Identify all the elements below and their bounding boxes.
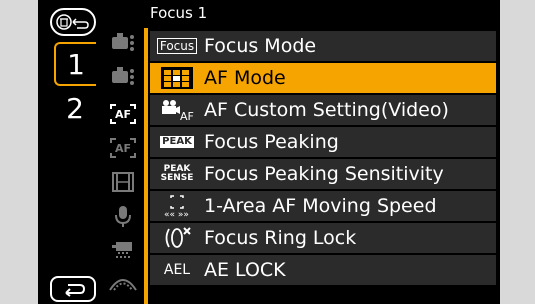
page-tab-1[interactable]: 1 xyxy=(54,42,96,86)
focus-ring-lock-icon xyxy=(150,226,204,250)
menu-item-af-custom-video[interactable]: AF AF Custom Setting(Video) xyxy=(150,94,496,126)
peak-badge: PEAK xyxy=(160,136,194,148)
audio-category[interactable] xyxy=(106,202,140,230)
photo-settings-category[interactable] xyxy=(106,28,140,56)
custom-category[interactable] xyxy=(106,236,140,264)
menu-item-label: Focus Peaking Sensitivity xyxy=(204,163,444,185)
lens-category[interactable] xyxy=(106,268,140,296)
back-button[interactable] xyxy=(50,276,96,302)
menu-item-focus-peaking[interactable]: PEAK Focus Peaking xyxy=(150,126,496,158)
af-category-2[interactable]: AF xyxy=(106,134,140,162)
mic-icon xyxy=(115,206,131,227)
return-icon xyxy=(65,284,86,297)
menu-item-label: AE LOCK xyxy=(204,259,286,281)
af-mode-icon xyxy=(150,66,204,90)
camera-icon xyxy=(112,33,134,51)
my-menu-button[interactable] xyxy=(50,8,96,36)
svg-text:AF: AF xyxy=(115,142,131,155)
video-category[interactable] xyxy=(106,168,140,196)
menu-item-label: Focus Peaking xyxy=(204,131,339,153)
menu-item-label: 1-Area AF Moving Speed xyxy=(204,195,437,217)
left-rail: 1 2 xyxy=(38,0,96,304)
menu-item-label: Focus Mode xyxy=(204,35,317,57)
movie-af-icon: AF xyxy=(150,98,204,122)
camera-icon xyxy=(112,67,134,85)
menu-list: Focus Focus Mode AF Mode AF AF Custom Se… xyxy=(150,30,496,286)
ael-badge: AEL xyxy=(163,262,191,278)
peak-sense-icon: PEAK SENSE xyxy=(150,165,204,183)
menu-item-label: AF Mode xyxy=(204,67,286,89)
menu-item-1-area-af-speed[interactable]: «« »» 1-Area AF Moving Speed xyxy=(150,190,496,222)
af-category[interactable]: AF xyxy=(106,100,140,128)
focus-mode-badge: Focus xyxy=(156,38,198,54)
af-icon: AF xyxy=(110,138,136,158)
menu-item-label: Focus Ring Lock xyxy=(204,227,357,249)
tripod-icon xyxy=(112,242,132,258)
svg-text:AF: AF xyxy=(180,110,194,122)
category-icons: AF AF xyxy=(106,28,140,304)
af-area-move-icon: «« »» xyxy=(150,194,204,218)
menu-title: Focus 1 xyxy=(150,4,208,22)
page-tab-1-label: 1 xyxy=(67,47,85,81)
menu-item-label: AF Custom Setting(Video) xyxy=(204,99,449,121)
svg-text:«« »»: «« »» xyxy=(164,210,189,218)
film-icon xyxy=(112,172,134,192)
menu-item-af-mode[interactable]: AF Mode xyxy=(150,62,496,94)
af-icon: AF xyxy=(110,104,136,124)
photo-settings-category-2[interactable] xyxy=(106,62,140,90)
menu-separator xyxy=(144,28,148,304)
page-tab-2[interactable]: 2 xyxy=(54,88,96,128)
svg-text:AF: AF xyxy=(115,108,131,121)
page-tab-2-label: 2 xyxy=(66,91,84,125)
menu-item-focus-peaking-sensitivity[interactable]: PEAK SENSE Focus Peaking Sensitivity xyxy=(150,158,496,190)
peak-sense-bottom: SENSE xyxy=(160,173,194,183)
menu-item-focus-ring-lock[interactable]: Focus Ring Lock xyxy=(150,222,496,254)
lens-icon xyxy=(109,279,137,291)
trash-return-icon xyxy=(56,14,89,30)
menu-item-focus-mode[interactable]: Focus Focus Mode xyxy=(150,30,496,62)
menu-item-ae-lock[interactable]: AEL AE LOCK xyxy=(150,254,496,286)
peak-icon: PEAK xyxy=(150,136,204,148)
ael-icon: AEL xyxy=(150,262,204,278)
camera-menu-screen: 1 2 AF AF Focus 1 Focus Focus Mode AF Mo… xyxy=(38,0,500,304)
focus-mode-icon: Focus xyxy=(150,38,204,54)
